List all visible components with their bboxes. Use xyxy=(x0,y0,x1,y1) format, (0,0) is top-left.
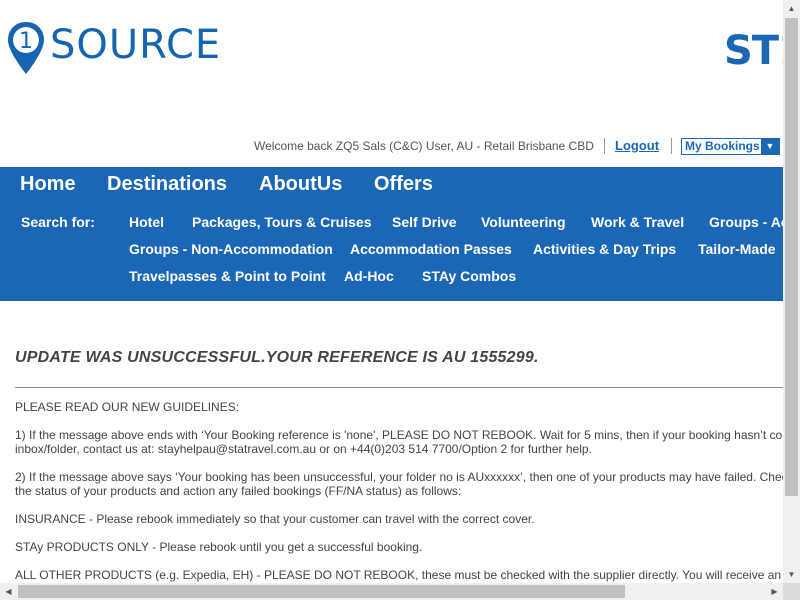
search-stay-combos[interactable]: STAy Combos xyxy=(422,268,516,284)
scroll-up-icon[interactable]: ▲ xyxy=(783,0,800,17)
my-bookings-select[interactable]: My Bookings ▼ xyxy=(681,138,780,155)
nav-aboutus[interactable]: AboutUs xyxy=(259,173,342,196)
search-groups-accommodation[interactable]: Groups - Ac xyxy=(709,214,783,230)
location-pin-icon: 1 xyxy=(8,22,44,74)
logo-text: SOURCE xyxy=(50,22,222,68)
my-bookings-label: My Bookings xyxy=(685,139,760,153)
horizontal-scroll-thumb[interactable] xyxy=(18,585,625,598)
search-hotel[interactable]: Hotel xyxy=(129,214,164,230)
nav-offers[interactable]: Offers xyxy=(374,173,433,196)
search-travelpasses[interactable]: Travelpasses & Point to Point xyxy=(129,268,326,284)
scrollbar-corner xyxy=(783,583,800,600)
vertical-scroll-thumb[interactable] xyxy=(785,18,798,496)
brand-logo-right[interactable]: ST1 xyxy=(724,28,783,74)
update-status-message: UPDATE WAS UNSUCCESSFUL.YOUR REFERENCE I… xyxy=(15,349,539,366)
guideline-2-line-1: 2) If the message above says ‘Your booki… xyxy=(15,470,783,484)
guideline-insurance: INSURANCE - Please rebook immediately so… xyxy=(15,512,535,526)
search-ad-hoc[interactable]: Ad-Hoc xyxy=(344,268,394,284)
chevron-down-icon: ▼ xyxy=(761,139,779,154)
search-tailor-made[interactable]: Tailor-Made xyxy=(698,241,776,257)
search-packages-tours-cruises[interactable]: Packages, Tours & Cruises xyxy=(192,214,371,230)
guidelines-title: PLEASE READ OUR NEW GUIDELINES: xyxy=(15,400,240,414)
search-volunteering[interactable]: Volunteering xyxy=(481,214,566,230)
divider xyxy=(604,138,605,154)
search-groups-non-accommodation[interactable]: Groups - Non-Accommodation xyxy=(129,241,333,257)
guideline-1-line-2: inbox/folder, contact us at: stayhelpau@… xyxy=(15,442,592,456)
scroll-right-icon[interactable]: ▶ xyxy=(766,583,783,600)
search-for-label: Search for: xyxy=(21,214,95,230)
welcome-message: Welcome back ZQ5 Sals (C&C) User, AU - R… xyxy=(254,139,594,153)
guideline-other-products: ALL OTHER PRODUCTS (e.g. Expedia, EH) - … xyxy=(15,568,782,582)
search-activities-day-trips[interactable]: Activities & Day Trips xyxy=(533,241,676,257)
page-viewport: 1 SOURCE ST1 Welcome back ZQ5 Sals (C&C)… xyxy=(0,0,783,583)
guideline-2-line-2: the status of your products and action a… xyxy=(15,484,462,498)
one-source-logo[interactable]: 1 SOURCE xyxy=(6,20,221,76)
scroll-down-icon[interactable]: ▼ xyxy=(783,566,800,583)
vertical-scrollbar[interactable]: ▲ ▼ xyxy=(783,0,800,583)
nav-home[interactable]: Home xyxy=(20,173,76,196)
horizontal-scrollbar[interactable]: ◀ ▶ xyxy=(0,583,783,600)
guideline-1-line-1: 1) If the message above ends with ‘Your … xyxy=(15,428,783,442)
main-navigation: Home Destinations AboutUs Offers Search … xyxy=(0,167,783,301)
nav-destinations[interactable]: Destinations xyxy=(107,173,227,196)
divider xyxy=(15,387,783,388)
logout-link[interactable]: Logout xyxy=(615,138,659,153)
search-work-travel[interactable]: Work & Travel xyxy=(591,214,684,230)
search-accommodation-passes[interactable]: Accommodation Passes xyxy=(350,241,512,257)
logo-digit: 1 xyxy=(19,29,33,54)
guideline-stay-products: STAy PRODUCTS ONLY - Please rebook until… xyxy=(15,540,423,554)
divider xyxy=(671,138,672,154)
scroll-left-icon[interactable]: ◀ xyxy=(0,583,17,600)
search-self-drive[interactable]: Self Drive xyxy=(392,214,457,230)
